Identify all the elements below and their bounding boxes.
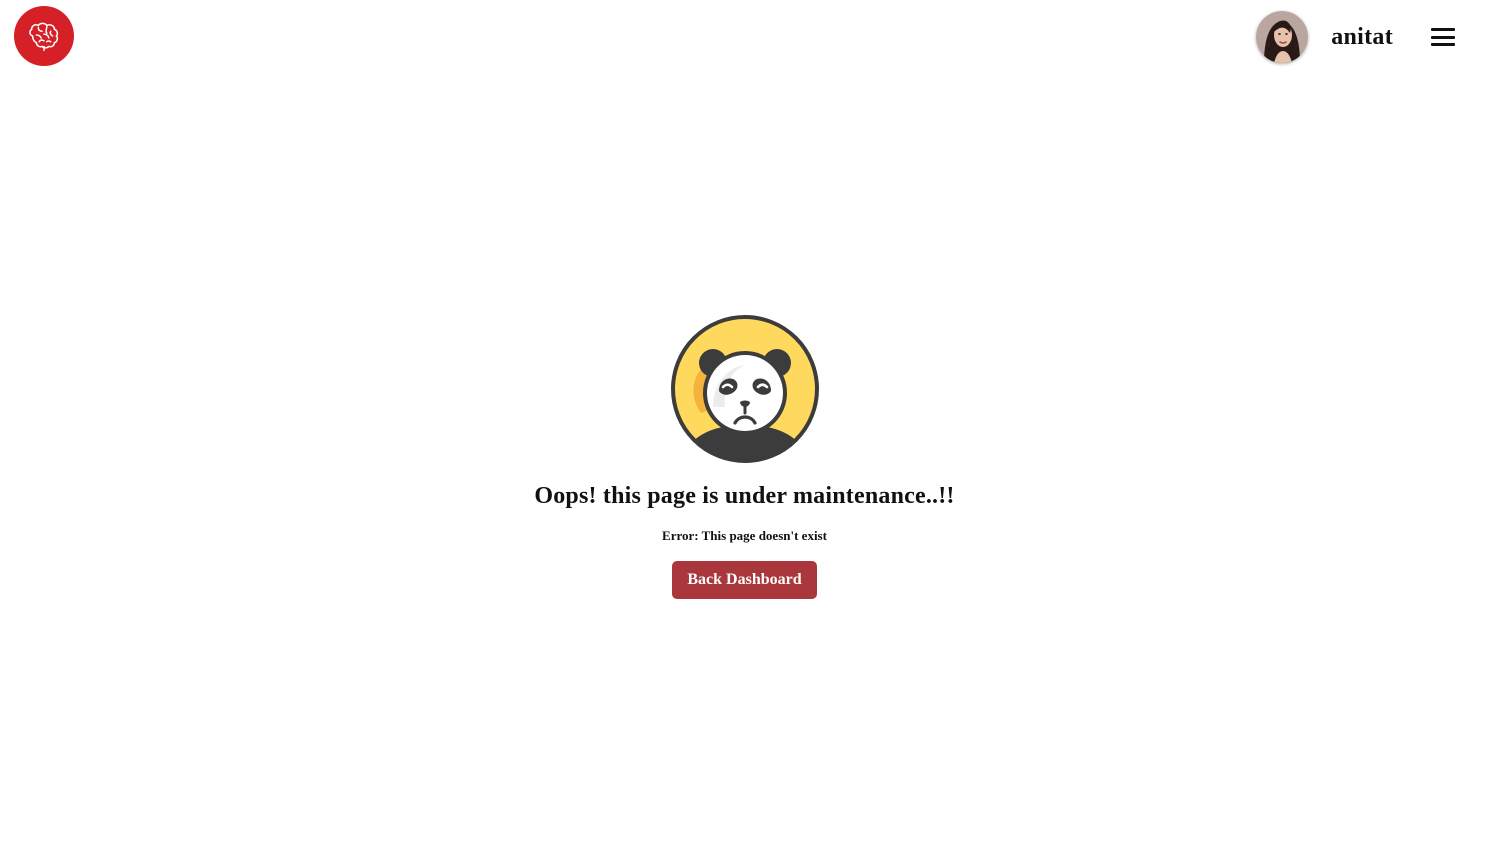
top-header: anitat: [0, 0, 1489, 74]
menu-bar: [1431, 35, 1455, 39]
maintenance-panel: Oops! this page is under maintenance..!!…: [0, 313, 1489, 599]
menu-bar: [1431, 43, 1455, 46]
menu-bar: [1431, 28, 1455, 31]
logo[interactable]: [14, 6, 74, 66]
username[interactable]: anitat: [1331, 24, 1393, 51]
brain-icon: [29, 22, 59, 52]
avatar[interactable]: [1256, 11, 1309, 63]
panda-illustration: [669, 313, 821, 465]
avatar-image: [1256, 11, 1309, 63]
hamburger-menu-icon[interactable]: [1431, 26, 1455, 48]
user-area: anitat: [1256, 10, 1489, 64]
sad-panda-icon: [670, 315, 819, 463]
page-title: Oops! this page is under maintenance..!!: [534, 483, 955, 509]
back-dashboard-button[interactable]: Back Dashboard: [672, 561, 817, 599]
error-message: Error: This page doesn't exist: [662, 528, 827, 543]
